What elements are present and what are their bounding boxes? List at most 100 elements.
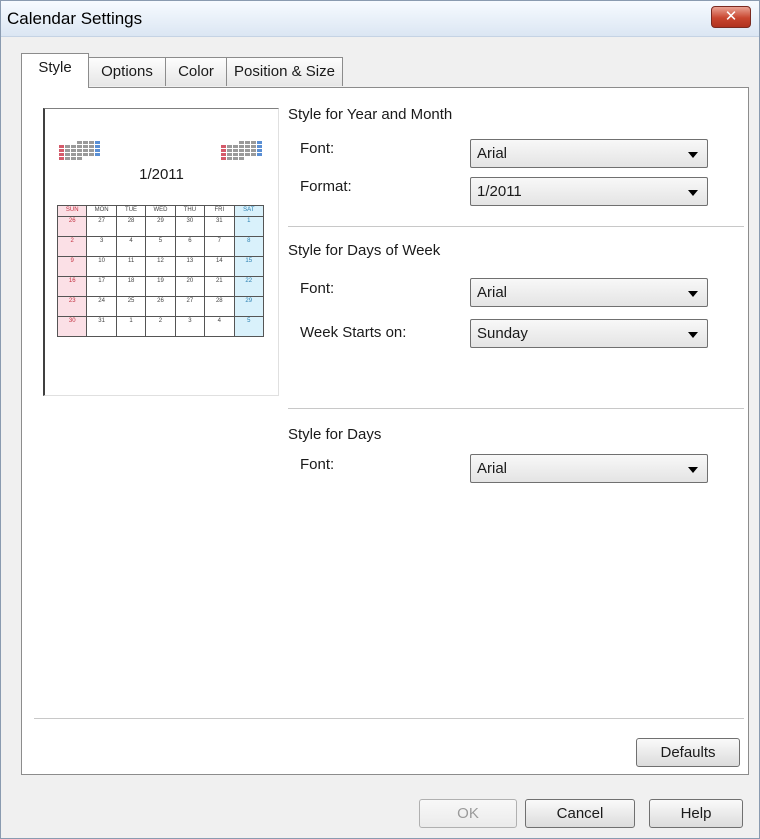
mini-calendar-dot (221, 153, 226, 156)
mini-calendar-dot (239, 145, 244, 148)
day-cell: 31 (204, 216, 235, 237)
mini-calendar-dot (89, 141, 94, 144)
calendar-header-row: SUN MON TUE WED THU FRI SAT (56, 205, 265, 217)
mini-calendar-dot (77, 145, 82, 148)
weekday-cell: FRI (204, 205, 235, 217)
mini-calendar-dot (65, 145, 70, 148)
ok-button[interactable]: OK (419, 799, 517, 828)
mini-calendar-dot (83, 145, 88, 148)
day-cell: 4 (115, 236, 147, 257)
days-section-title: Style for Days (288, 426, 382, 443)
tab-color[interactable]: Color (165, 57, 227, 86)
weekday-cell: SAT (233, 205, 265, 217)
mini-calendar-dot (59, 149, 64, 152)
mini-calendar-dot (95, 141, 100, 144)
day-cell: 17 (86, 276, 117, 297)
mini-calendar-dot (71, 149, 76, 152)
weekday-cell: WED (145, 205, 176, 217)
day-cell: 27 (86, 216, 117, 237)
close-button[interactable]: ✕ (711, 6, 751, 28)
cancel-button[interactable]: Cancel (525, 799, 635, 828)
mini-calendar-dot (233, 157, 238, 160)
mini-calendar-dot (89, 145, 94, 148)
mini-calendar-dot (95, 145, 100, 148)
mini-calendar-dot (71, 145, 76, 148)
day-cell: 25 (115, 296, 147, 317)
weekday-cell: THU (174, 205, 206, 217)
mini-calendar-dot (239, 149, 244, 152)
mini-calendar-dot (251, 141, 256, 144)
help-button[interactable]: Help (649, 799, 743, 828)
tab-style[interactable]: Style (21, 53, 89, 88)
mini-calendar-dot (239, 157, 244, 160)
day-cell: 16 (56, 276, 88, 297)
mini-calendar-dot (239, 153, 244, 156)
week-starts-dropdown[interactable]: Sunday (470, 319, 708, 348)
mini-calendar-dot (65, 149, 70, 152)
mini-calendar-dot (83, 149, 88, 152)
mini-calendar-dot (95, 153, 100, 156)
chevron-down-icon (688, 152, 698, 158)
day-cell: 2 (145, 316, 176, 337)
mini-calendar-dot (257, 149, 262, 152)
mini-calendar-dot (221, 149, 226, 152)
week-starts-value: Sunday (477, 325, 528, 342)
mini-calendar-dot (89, 149, 94, 152)
tab-options[interactable]: Options (88, 57, 166, 86)
mini-calendar-dot (83, 153, 88, 156)
days-font-label: Font: (300, 456, 335, 473)
day-cell: 28 (115, 216, 147, 237)
mini-calendar-dot (245, 141, 250, 144)
mini-calendar-dot (245, 149, 250, 152)
mini-calendar-dot (227, 157, 232, 160)
calendar-week-row: 2345678 (56, 236, 265, 257)
day-cell: 28 (204, 296, 235, 317)
mini-calendar-dot (83, 141, 88, 144)
day-cell: 5 (233, 316, 265, 337)
format-label: Format: (300, 178, 352, 195)
title-bar: Calendar Settings ✕ (1, 1, 759, 37)
mini-calendar-dot (71, 157, 76, 160)
style-tab-panel: 1/2011 SUN MON TUE WED THU FRI SAT 26 27 28 29 30 31… (21, 87, 749, 775)
year-month-font-value: Arial (477, 145, 508, 162)
mini-calendar-dot (233, 149, 238, 152)
day-cell: 8 (233, 236, 265, 257)
mini-calendar-dot (65, 153, 70, 156)
day-cell: 3 (86, 236, 117, 257)
day-cell: 14 (204, 256, 235, 277)
days-font-value: Arial (477, 460, 508, 477)
mini-calendar-dot (251, 149, 256, 152)
bottom-divider (34, 718, 744, 720)
day-cell: 12 (145, 256, 176, 277)
day-cell: 24 (86, 296, 117, 317)
tab-position-size[interactable]: Position & Size (226, 57, 343, 86)
mini-calendar-dot (59, 153, 64, 156)
weekday-cell: SUN (56, 205, 88, 217)
days-of-week-font-value: Arial (477, 284, 508, 301)
day-cell: 21 (204, 276, 235, 297)
mini-calendar-dot (251, 153, 256, 156)
mini-calendar-dot (227, 153, 232, 156)
mini-calendar-dot (227, 145, 232, 148)
format-dropdown[interactable]: 1/2011 (470, 177, 708, 206)
mini-calendar-dot (257, 141, 262, 144)
day-cell: 3 (174, 316, 206, 337)
day-cell: 15 (233, 256, 265, 277)
day-cell: 6 (174, 236, 206, 257)
mini-calendar-dot (95, 149, 100, 152)
mini-calendar-dot (221, 157, 226, 160)
days-font-dropdown[interactable]: Arial (470, 454, 708, 483)
days-of-week-font-dropdown[interactable]: Arial (470, 278, 708, 307)
day-cell: 1 (233, 216, 265, 237)
year-month-font-dropdown[interactable]: Arial (470, 139, 708, 168)
day-cell: 13 (174, 256, 206, 277)
format-value: 1/2011 (477, 183, 522, 200)
mini-calendar-dot (233, 153, 238, 156)
day-cell: 18 (115, 276, 147, 297)
year-month-font-label: Font: (300, 140, 335, 157)
day-cell: 10 (86, 256, 117, 277)
mini-calendar-dot (257, 145, 262, 148)
weekday-cell: TUE (115, 205, 147, 217)
defaults-button[interactable]: Defaults (636, 738, 740, 767)
day-cell: 5 (145, 236, 176, 257)
